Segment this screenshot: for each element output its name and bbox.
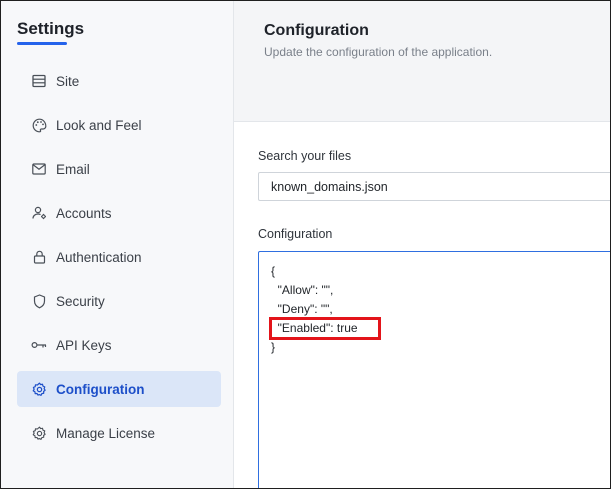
configuration-editor[interactable]: { "Allow": "", "Deny": "", "Enabled": tr… xyxy=(258,251,610,488)
sidebar-item-label: Manage License xyxy=(56,425,156,441)
accounts-icon xyxy=(31,205,47,221)
main-content: Configuration Update the configuration o… xyxy=(234,1,610,488)
sidebar-item-label: Look and Feel xyxy=(56,117,142,133)
configuration-label: Configuration xyxy=(258,227,333,241)
key-icon xyxy=(31,337,47,353)
page-subtitle: Update the configuration of the applicat… xyxy=(264,45,493,59)
sidebar-item-label: Security xyxy=(56,293,105,309)
sidebar-item-api-keys[interactable]: API Keys xyxy=(17,327,221,363)
sidebar-item-label: API Keys xyxy=(56,337,112,353)
license-gear-icon xyxy=(31,425,47,441)
page-title: Configuration xyxy=(264,22,369,39)
sidebar-item-look-and-feel[interactable]: Look and Feel xyxy=(17,107,221,143)
sidebar-item-site[interactable]: Site xyxy=(17,63,221,99)
settings-sidebar: Settings Site Look and Feel Email Accoun xyxy=(1,1,234,488)
sidebar-item-label: Authentication xyxy=(56,249,142,265)
site-icon xyxy=(31,73,47,89)
code-line: "Allow": "", xyxy=(271,283,334,297)
sidebar-item-label: Accounts xyxy=(56,205,112,221)
sidebar-item-accounts[interactable]: Accounts xyxy=(17,195,221,231)
sidebar-item-configuration[interactable]: Configuration xyxy=(17,371,221,407)
sidebar-item-label: Configuration xyxy=(56,381,145,397)
sidebar-item-authentication[interactable]: Authentication xyxy=(17,239,221,275)
code-line: } xyxy=(271,340,276,354)
sidebar-item-security[interactable]: Security xyxy=(17,283,221,319)
highlight-box xyxy=(269,317,381,340)
code-line: { xyxy=(271,264,276,278)
sidebar-item-email[interactable]: Email xyxy=(17,151,221,187)
code-line: "Deny": "", xyxy=(271,302,333,316)
gear-icon xyxy=(31,381,47,397)
mail-icon xyxy=(31,161,47,177)
app-window: Settings Site Look and Feel Email Accoun xyxy=(0,0,611,489)
page-header: Configuration Update the configuration o… xyxy=(234,1,610,122)
shield-icon xyxy=(31,293,47,309)
palette-icon xyxy=(31,117,47,133)
file-search-value: known_domains.json xyxy=(271,179,388,194)
sidebar-item-label: Email xyxy=(56,161,90,177)
sidebar-item-manage-license[interactable]: Manage License xyxy=(17,415,221,451)
sidebar-title: Settings xyxy=(17,19,85,38)
file-search-input[interactable]: known_domains.json xyxy=(258,172,610,201)
lock-icon xyxy=(31,249,47,265)
files-label: Search your files xyxy=(258,149,352,163)
sidebar-title-underline xyxy=(17,42,67,45)
sidebar-item-label: Site xyxy=(56,73,80,89)
